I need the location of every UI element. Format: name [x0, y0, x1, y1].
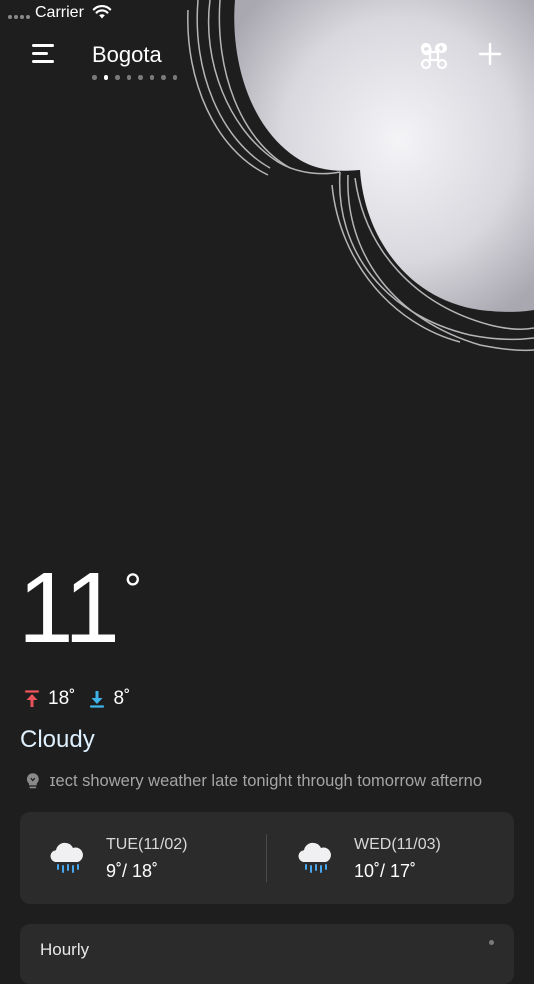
plus-icon: [478, 42, 502, 66]
hamburger-icon: [32, 44, 54, 47]
forecast-date: TUE(11/02): [106, 836, 188, 853]
add-city-button[interactable]: [476, 40, 504, 68]
menu-button[interactable]: [30, 42, 58, 66]
temperature-unit: °: [124, 565, 142, 614]
rain-cloud-icon: [298, 842, 331, 873]
page-dot[interactable]: [138, 75, 143, 80]
card-divider: [266, 834, 267, 882]
page-dot[interactable]: [103, 75, 108, 80]
more-indicator: [489, 940, 494, 945]
top-nav: Bogota: [0, 30, 534, 90]
page-dot[interactable]: [161, 75, 166, 80]
page-dot[interactable]: [126, 75, 131, 80]
high-arrow-icon: [24, 690, 40, 707]
low-arrow-icon: [90, 691, 105, 708]
city-name[interactable]: Bogota: [92, 42, 162, 68]
page-dot[interactable]: [92, 75, 97, 80]
page-dot[interactable]: [149, 75, 154, 80]
hourly-card[interactable]: Hourly: [20, 924, 514, 984]
page-dot[interactable]: [172, 75, 177, 80]
weather-condition: Cloudy: [20, 726, 95, 753]
low-temperature: 8˚: [113, 688, 131, 709]
forecast-summary[interactable]: ɪect showery weather late tonight throug…: [26, 768, 518, 794]
daily-forecast-card[interactable]: TUE(11/02) 9˚/ 18˚ WED(11/03) 10˚/ 17˚: [20, 812, 514, 904]
forecast-text: ɪect showery weather late tonight throug…: [49, 771, 483, 790]
forecast-temp-range: 9˚/ 18˚: [106, 861, 159, 881]
high-low-row: 18˚ 8˚: [24, 686, 130, 712]
rain-cloud-icon: [50, 842, 83, 873]
forecast-day[interactable]: WED(11/03) 10˚/ 17˚: [268, 812, 488, 904]
apps-button[interactable]: [420, 42, 448, 70]
high-temperature: 18˚: [48, 688, 76, 709]
forecast-date: WED(11/03): [354, 836, 441, 853]
forecast-day[interactable]: TUE(11/02) 9˚/ 18˚: [20, 812, 240, 904]
command-icon: [420, 42, 448, 70]
hourly-title: Hourly: [40, 940, 90, 959]
lightbulb-icon: [26, 773, 39, 789]
page-dot[interactable]: [115, 75, 120, 80]
page-indicator[interactable]: [92, 75, 177, 80]
current-temperature: 11: [18, 552, 120, 664]
forecast-temp-range: 10˚/ 17˚: [354, 861, 417, 881]
